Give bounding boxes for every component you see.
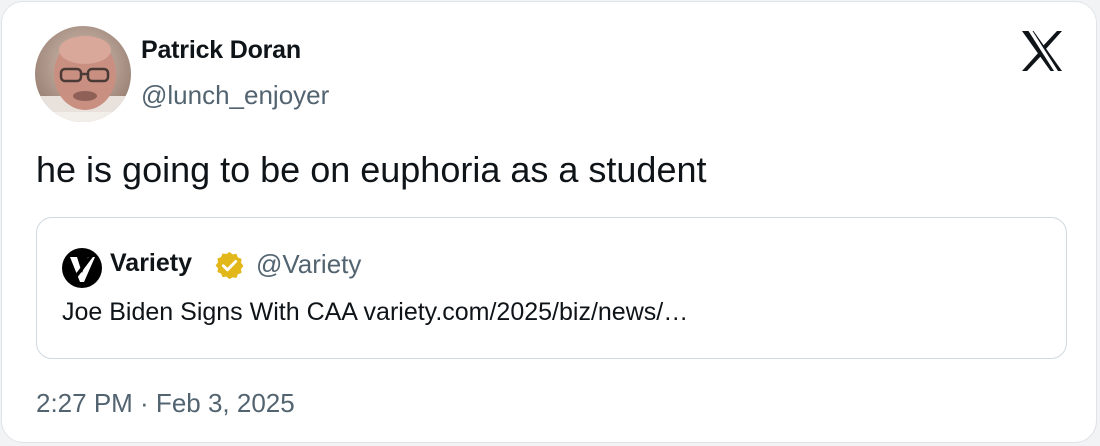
author-handle[interactable]: @lunch_enjoyer	[141, 80, 329, 111]
x-logo-icon[interactable]	[1020, 30, 1064, 72]
author-name[interactable]: Patrick Doran	[141, 36, 301, 65]
quoted-author-handle: @Variety	[256, 249, 362, 279]
author-avatar[interactable]	[35, 26, 131, 122]
tweet-timestamp[interactable]: 2:27 PM · Feb 3, 2025	[36, 388, 295, 419]
quoted-tweet-text: Joe Biden Signs With CAA variety.com/202…	[62, 298, 689, 326]
gold-verified-badge-icon	[214, 250, 245, 281]
tweet-embed-card: Patrick Doran @lunch_enjoyer he is going…	[1, 1, 1097, 443]
variety-logo-icon	[62, 248, 102, 288]
tweet-text: he is going to be on euphoria as a stude…	[36, 149, 707, 190]
quoted-author-name: Variety	[110, 249, 193, 277]
quoted-tweet-card[interactable]: Variety @Variety Joe Biden Signs With CA…	[36, 217, 1067, 359]
person-avatar-icon	[35, 26, 131, 122]
